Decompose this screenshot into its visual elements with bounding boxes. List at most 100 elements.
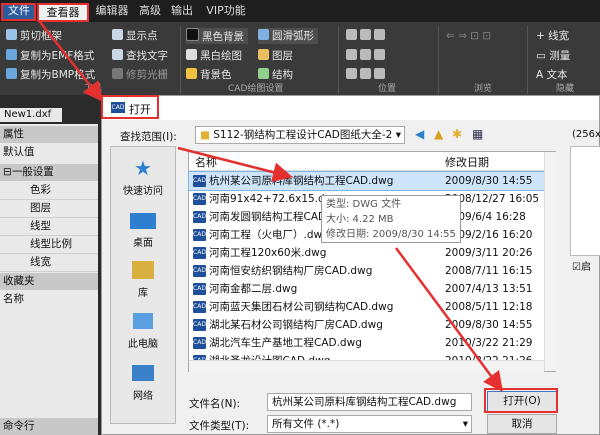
group-label-browse: 浏览 bbox=[474, 84, 493, 94]
document-tab[interactable]: New1.dxf × bbox=[0, 108, 62, 134]
filename-label: 文件名(N): bbox=[189, 398, 241, 410]
zoom-window-icon bbox=[374, 49, 385, 60]
trim-raster-button[interactable]: 修剪光栅 bbox=[112, 67, 168, 83]
auto-open-checkbox[interactable]: ☑启 bbox=[572, 258, 591, 273]
menu-advanced[interactable]: 高级 bbox=[136, 3, 164, 19]
file-row[interactable]: CAD 湖北汽车生产基地工程CAD.dwg 2010/3/22 21:29 bbox=[189, 334, 544, 352]
default-row[interactable]: 默认值 bbox=[0, 144, 98, 161]
place-desktop[interactable]: 桌面 bbox=[111, 209, 175, 249]
ribbon-separator bbox=[338, 26, 339, 94]
fit-icon bbox=[346, 49, 357, 60]
dwg-file-icon: CAD bbox=[193, 319, 206, 331]
scissors-icon bbox=[6, 29, 17, 40]
preview-box bbox=[570, 146, 600, 256]
navigate-buttons[interactable] bbox=[346, 67, 422, 83]
lookin-select[interactable]: ■ S112-钢结构工程设计CAD图纸大全-2 ▾ bbox=[195, 126, 405, 144]
folder-icon: ■ bbox=[200, 129, 214, 141]
place-library[interactable]: 库 bbox=[111, 261, 175, 299]
dwg-file-icon: CAD bbox=[193, 337, 206, 349]
view-buttons[interactable] bbox=[346, 48, 422, 64]
copy-bmp-button[interactable]: 复制为BMP格式 bbox=[6, 67, 95, 83]
dwg-file-icon: CAD bbox=[193, 193, 206, 205]
filename-input[interactable]: 杭州某公司原料库钢结构工程CAD.dwg bbox=[267, 393, 472, 411]
cancel-button[interactable]: 取消 bbox=[487, 414, 557, 434]
place-network[interactable]: 网络 bbox=[111, 365, 175, 402]
structure-icon bbox=[258, 68, 269, 79]
view-menu-icon[interactable]: ▦ bbox=[472, 127, 483, 141]
file-row[interactable]: CAD 河南恒安纺织钢结构厂房CAD.dwg 2008/7/11 16:15 bbox=[189, 262, 544, 280]
properties-panel: 属性 默认值 ⊟一般设置 色彩 图层 线型 线型比例 线宽 收藏夹 名称 命令行 bbox=[0, 124, 98, 435]
setting-color[interactable]: 色彩 bbox=[0, 182, 98, 200]
layers-icon bbox=[258, 49, 269, 60]
chevron-down-icon: ▾ bbox=[462, 418, 468, 430]
dwg-file-icon: CAD bbox=[193, 265, 206, 277]
dialog-titlebar: CAD 打开 bbox=[102, 96, 599, 120]
chevron-down-icon: ▾ bbox=[395, 129, 401, 141]
up-folder-icon[interactable]: ▲ bbox=[434, 127, 443, 141]
black-background-button[interactable]: 黑色背景 bbox=[186, 28, 248, 44]
measure-button[interactable]: ▭ 测量 bbox=[536, 48, 570, 64]
network-icon bbox=[132, 365, 154, 381]
file-list: 名称 修改日期 CAD 杭州某公司原料库钢结构工程CAD.dwg 2009/8/30… bbox=[188, 151, 556, 372]
copy-icon bbox=[6, 49, 17, 60]
file-row[interactable]: CAD 河南金都二层.dwg 2007/4/13 13:51 bbox=[189, 280, 544, 298]
rotate-icon bbox=[360, 68, 371, 79]
linewidth-button[interactable]: + 线宽 bbox=[536, 28, 569, 44]
places-bar: ★ 快速访问 桌面 库 此电脑 网络 bbox=[110, 146, 176, 424]
file-row[interactable]: CAD 河南工程120x60米.dwg 2009/3/11 20:26 bbox=[189, 244, 544, 262]
zoom-buttons[interactable] bbox=[346, 28, 422, 44]
horizontal-scrollbar[interactable] bbox=[189, 360, 544, 372]
filetype-select[interactable]: 所有文件 (*.*) ▾ bbox=[267, 415, 472, 433]
file-row[interactable]: CAD 河南蓝天集团石材公司钢结构CAD.dwg 2008/5/11 12:18 bbox=[189, 298, 544, 316]
points-icon bbox=[112, 29, 123, 40]
zoom-icon bbox=[346, 29, 357, 40]
menu-output[interactable]: 输出 bbox=[168, 3, 196, 19]
file-tooltip: 类型: DWG 文件 大小: 4.22 MB 修改日期: 2009/8/30 1… bbox=[321, 195, 461, 243]
copy-icon bbox=[6, 68, 17, 79]
setting-linewidth[interactable]: 线宽 bbox=[0, 254, 98, 272]
structure-button[interactable]: 结构 bbox=[258, 67, 293, 83]
text-button[interactable]: A 文本 bbox=[536, 67, 568, 83]
ribbon-separator bbox=[180, 26, 181, 94]
file-row[interactable]: CAD 杭州某公司原料库钢结构工程CAD.dwg 2009/8/30 14:55 bbox=[188, 171, 545, 191]
mirror-icon bbox=[374, 68, 385, 79]
back-icon[interactable]: ◀ bbox=[415, 127, 424, 141]
vertical-scrollbar[interactable] bbox=[544, 152, 556, 371]
general-settings-row[interactable]: ⊟一般设置 bbox=[0, 164, 98, 181]
annotation-box-file bbox=[1, 3, 36, 21]
column-name[interactable]: 名称 bbox=[195, 154, 217, 170]
filetype-label: 文件类型(T): bbox=[189, 420, 250, 432]
open-dialog: CAD 打开 查找范围(I): ■ S112-钢结构工程设计CAD图纸大全-2 … bbox=[101, 95, 600, 435]
group-label-hide: 隐藏 bbox=[556, 84, 575, 94]
find-text-button[interactable]: 查找文字 bbox=[112, 48, 168, 64]
setting-linetype-scale[interactable]: 线型比例 bbox=[0, 236, 98, 254]
bw-drawing-button[interactable]: 黑白绘图 bbox=[186, 48, 242, 64]
setting-layer[interactable]: 图层 bbox=[0, 200, 98, 218]
setting-linetype[interactable]: 线型 bbox=[0, 218, 98, 236]
ribbon-separator bbox=[438, 26, 439, 94]
place-this-pc[interactable]: 此电脑 bbox=[111, 313, 175, 350]
smooth-arc-button[interactable]: 圆滑弧形 bbox=[258, 28, 318, 44]
column-date[interactable]: 修改日期 bbox=[445, 154, 489, 170]
copy-emf-button[interactable]: 复制为EMF格式 bbox=[6, 48, 94, 64]
show-points-button[interactable]: 显示点 bbox=[112, 28, 158, 44]
ribbon: 剪切框架 复制为EMF格式 复制为BMP格式 显示点 查找文字 修剪光栅 黑色背… bbox=[0, 22, 600, 95]
name-column: 名称 bbox=[3, 293, 24, 305]
cut-frame-button[interactable]: 剪切框架 bbox=[6, 28, 62, 44]
menu-vip[interactable]: VIP功能 bbox=[200, 3, 252, 19]
black-bg-icon bbox=[186, 28, 199, 41]
text-icon: A bbox=[536, 69, 547, 81]
browse-arrows[interactable]: ⇐ ⇒ ⊡ ⊡ bbox=[446, 28, 491, 44]
group-label-tools: 工具 bbox=[84, 84, 103, 94]
layers-button[interactable]: 图层 bbox=[258, 48, 293, 64]
library-icon bbox=[132, 261, 154, 279]
new-folder-icon[interactable]: ✱ bbox=[452, 127, 462, 141]
annotation-box-open-button bbox=[484, 388, 558, 413]
file-row[interactable]: CAD 湖北某石材公司钢结构厂房CAD.dwg 2009/8/30 14:55 bbox=[189, 316, 544, 334]
menu-editor[interactable]: 编辑器 bbox=[92, 3, 132, 19]
background-color-button[interactable]: 背景色 bbox=[186, 67, 232, 83]
annotation-box-viewer bbox=[37, 3, 89, 22]
place-quick-access[interactable]: ★ 快速访问 bbox=[111, 157, 175, 197]
preview-size-label: (256x bbox=[572, 129, 600, 140]
collapse-icon[interactable]: ⊟ bbox=[3, 166, 12, 178]
